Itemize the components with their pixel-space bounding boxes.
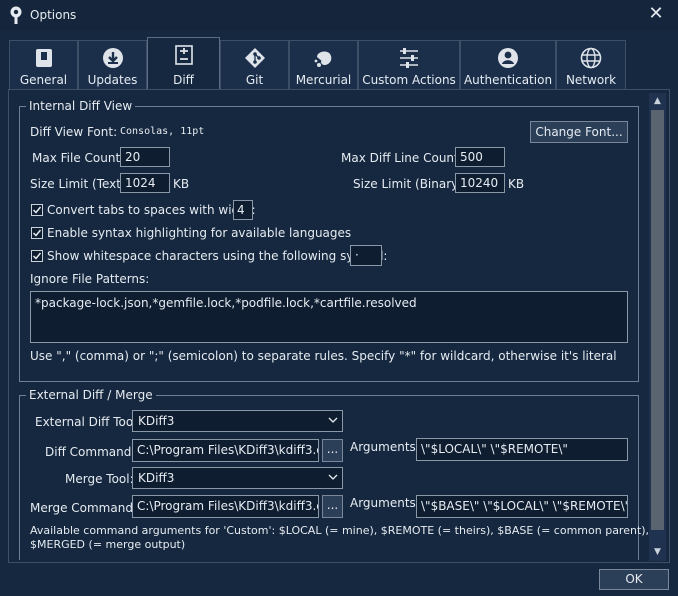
globe-icon (580, 47, 602, 69)
tab-custom-actions[interactable]: Custom Actions (358, 40, 460, 90)
scrollbar-thumb[interactable] (651, 110, 664, 530)
chevron-down-icon (328, 474, 338, 480)
syntax-highlight-label: Enable syntax highlighting for available… (47, 226, 352, 240)
merge-arguments-input[interactable]: \"$BASE\" \"$LOCAL\" \"$REMOTE\" -o (416, 495, 628, 518)
convert-tabs-checkbox[interactable] (31, 204, 43, 216)
diff-arguments-label: Arguments: (350, 440, 420, 454)
tab-network-label: Network (565, 73, 617, 87)
diff-command-browse-button[interactable]: ... (322, 439, 343, 462)
ignore-patterns-label: Ignore File Patterns: (30, 272, 150, 286)
merge-command-label: Merge Command: (30, 501, 137, 515)
diff-arguments-input[interactable]: \"$LOCAL\" \"$REMOTE\" (416, 438, 628, 461)
ignore-patterns-help: Use "," (comma) or ";" (semicolon) to se… (30, 349, 617, 363)
download-icon (102, 47, 124, 69)
ok-button[interactable]: OK (599, 569, 669, 590)
tab-authentication-label: Authentication (463, 73, 553, 87)
scroll-down-icon[interactable]: ▼ (649, 544, 666, 560)
tab-custom-actions-label: Custom Actions (362, 73, 456, 87)
whitespace-symbol-input[interactable]: · (350, 245, 382, 266)
checkmark-icon (32, 229, 42, 237)
show-whitespace-checkbox[interactable] (31, 250, 43, 262)
tab-updates[interactable]: Updates (78, 40, 147, 90)
app-logo-icon (9, 6, 23, 24)
user-icon (497, 47, 519, 69)
max-diff-line-count-label: Max Diff Line Count: (341, 151, 463, 165)
merge-arguments-label: Arguments: (350, 496, 420, 510)
tab-diff-label: Diff (173, 73, 194, 87)
size-limit-binary-label: Size Limit (Binary): (353, 177, 467, 191)
size-limit-text-unit: KB (173, 177, 190, 191)
change-font-button[interactable]: Change Font... (530, 121, 628, 143)
chevron-down-icon (328, 417, 338, 423)
diff-font-value: Consolas, 11pt (120, 126, 205, 137)
syntax-highlight-checkbox[interactable] (31, 227, 43, 239)
tab-diff[interactable]: Diff (147, 37, 220, 90)
external-diff-tool-label: External Diff Tool: (35, 415, 141, 429)
tab-general-label: General (19, 73, 68, 87)
tab-mercurial[interactable]: Mercurial (289, 40, 358, 90)
tab-git-label: Git (245, 73, 264, 87)
show-whitespace-label: Show whitespace characters using the fol… (47, 249, 388, 263)
merge-command-input[interactable]: C:\Program Files\KDiff3\kdiff3.exe (132, 495, 319, 518)
close-icon[interactable]: ✕ (646, 4, 666, 24)
tab-mercurial-label: Mercurial (295, 73, 352, 87)
switch-icon (33, 47, 55, 69)
merge-tool-value: KDiff3 (138, 471, 175, 485)
size-limit-binary-unit: KB (508, 177, 525, 191)
git-icon (244, 47, 266, 69)
external-diff-merge-group-title: External Diff / Merge (26, 388, 156, 402)
tab-network[interactable]: Network (556, 40, 626, 90)
diff-icon (173, 44, 195, 66)
internal-diff-group-title: Internal Diff View (26, 99, 136, 113)
diff-command-input[interactable]: C:\Program Files\KDiff3\kdiff3.exe (132, 439, 319, 462)
max-file-count-label: Max File Count: (32, 151, 125, 165)
merge-command-browse-button[interactable]: ... (322, 495, 343, 518)
checkmark-icon (32, 206, 42, 214)
mercurial-icon (313, 47, 335, 69)
tab-updates-label: Updates (87, 73, 138, 87)
tab-general[interactable]: General (9, 40, 78, 90)
tab-width-input[interactable]: 4 (233, 200, 253, 220)
tab-authentication[interactable]: Authentication (460, 40, 556, 90)
title-bar (0, 0, 678, 30)
merge-tool-select[interactable]: KDiff3 (132, 467, 343, 489)
available-arguments-help-line1: Available command arguments for 'Custom'… (30, 524, 650, 537)
size-limit-binary-input[interactable]: 10240 (455, 173, 505, 193)
diff-font-label: Diff View Font: (30, 125, 118, 139)
max-diff-line-count-input[interactable]: 500 (455, 147, 505, 167)
max-file-count-input[interactable]: 20 (120, 147, 170, 167)
size-limit-text-label: Size Limit (Text): (30, 177, 130, 191)
external-diff-tool-select[interactable]: KDiff3 (132, 410, 343, 432)
size-limit-text-input[interactable]: 1024 (120, 173, 170, 193)
convert-tabs-label: Convert tabs to spaces with width: (47, 203, 256, 217)
external-diff-tool-value: KDiff3 (138, 414, 175, 428)
available-arguments-help-line2: $MERGED (= merge output) (30, 538, 186, 551)
custom-actions-icon (398, 47, 420, 69)
merge-tool-label: Merge Tool: (65, 472, 134, 486)
window-title: Options (30, 8, 77, 22)
checkmark-icon (32, 252, 42, 260)
diff-command-label: Diff Command: (45, 445, 136, 459)
ignore-patterns-textarea[interactable]: *package-lock.json,*gemfile.lock,*podfil… (30, 291, 628, 343)
scroll-up-icon[interactable]: ▲ (649, 93, 666, 109)
tab-git[interactable]: Git (220, 40, 289, 90)
